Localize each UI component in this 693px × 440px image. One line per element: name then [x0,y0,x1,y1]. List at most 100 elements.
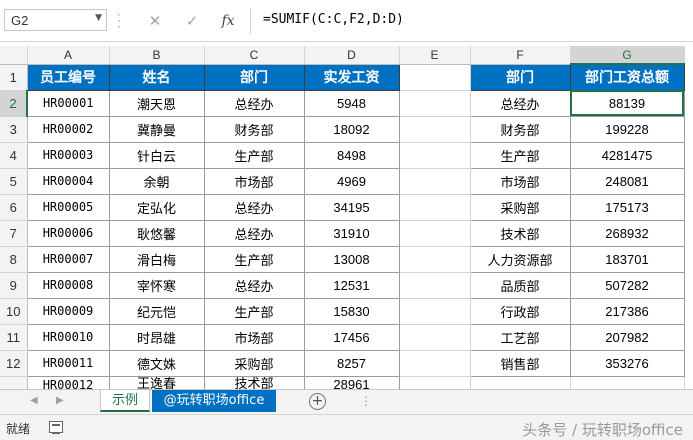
left-data-cell[interactable]: 总经办 [203,219,305,247]
left-data-cell[interactable]: HR00007 [26,245,110,273]
left-data-cell[interactable]: 潮天恩 [108,89,205,117]
left-data-cell[interactable]: HR00006 [26,219,110,247]
row-header[interactable]: 4 [0,142,28,169]
macro-record-icon[interactable] [49,421,63,434]
left-data-cell[interactable]: 34195 [303,193,400,221]
left-data-cell[interactable]: 定弘化 [108,193,205,221]
left-data-cell[interactable]: HR00004 [26,167,110,195]
cell[interactable] [399,194,471,221]
select-all-corner[interactable] [0,46,28,65]
cell[interactable] [399,220,471,247]
right-total-cell[interactable]: 268932 [569,219,685,247]
column-header-g[interactable]: G [570,46,685,65]
left-data-cell[interactable]: HR00001 [26,89,110,117]
row-header[interactable]: 7 [0,220,28,247]
left-data-cell[interactable]: 市场部 [203,323,305,351]
right-total-cell[interactable]: 353276 [569,349,685,377]
right-dept-cell[interactable]: 技术部 [469,219,571,247]
left-header-cell[interactable]: 姓名 [108,63,205,91]
right-dept-cell[interactable]: 采购部 [469,193,571,221]
drag-handle-icon[interactable]: · · · [117,9,121,33]
left-data-cell[interactable]: HR00002 [26,115,110,143]
right-header-cell[interactable]: 部门 [469,63,571,91]
row-header[interactable]: 8 [0,246,28,273]
enter-icon[interactable]: ✓ [182,11,202,31]
row-header[interactable]: 10 [0,298,28,325]
row-header[interactable]: 1 [0,64,28,91]
right-dept-cell[interactable]: 生产部 [469,141,571,169]
row-header[interactable]: 5 [0,168,28,195]
left-data-cell[interactable]: HR00008 [26,271,110,299]
left-data-cell[interactable]: 针白云 [108,141,205,169]
column-header-a[interactable]: A [27,46,110,65]
cell[interactable] [399,116,471,143]
left-data-cell[interactable]: 时昂雄 [108,323,205,351]
left-data-cell[interactable]: 13008 [303,245,400,273]
left-header-cell[interactable]: 员工编号 [26,63,110,91]
cell[interactable] [399,246,471,273]
left-data-cell[interactable]: 5948 [303,89,400,117]
cell[interactable] [399,90,471,117]
more-options-icon[interactable]: ⋮ [360,394,372,408]
cell[interactable] [399,142,471,169]
right-total-cell[interactable]: 88139 [569,89,685,117]
left-data-cell[interactable]: 市场部 [203,167,305,195]
right-dept-cell[interactable]: 市场部 [469,167,571,195]
left-data-cell[interactable]: HR00009 [26,297,110,325]
insert-function-icon[interactable]: fx [218,11,238,31]
right-total-cell[interactable]: 248081 [569,167,685,195]
right-dept-cell[interactable]: 总经办 [469,89,571,117]
horizontal-scrollbar[interactable] [375,397,680,407]
right-dept-cell[interactable]: 工艺部 [469,323,571,351]
column-header-f[interactable]: F [470,46,571,65]
left-data-cell[interactable]: 4969 [303,167,400,195]
left-data-cell[interactable]: 8498 [303,141,400,169]
row-header[interactable]: 2 [0,90,28,117]
row-header[interactable]: 9 [0,272,28,299]
left-data-cell[interactable]: 总经办 [203,89,305,117]
formula-input[interactable]: =SUMIF(C:C,F2,D:D) [263,12,404,27]
cell[interactable] [399,298,471,325]
left-data-cell[interactable]: 31910 [303,219,400,247]
left-data-cell[interactable]: 总经办 [203,193,305,221]
right-header-cell[interactable]: 部门工资总额 [569,63,685,91]
column-header-c[interactable]: C [204,46,305,65]
next-sheet-icon[interactable]: ▶ [56,395,64,406]
left-data-cell[interactable]: HR00010 [26,323,110,351]
row-header[interactable]: 12 [0,350,28,377]
cell[interactable] [399,64,471,91]
left-data-cell[interactable]: 生产部 [203,141,305,169]
cell[interactable] [399,324,471,351]
left-data-cell[interactable]: 纪元恺 [108,297,205,325]
left-data-cell[interactable]: HR00003 [26,141,110,169]
left-data-cell[interactable]: 耿悠馨 [108,219,205,247]
sheet-tab-office[interactable]: @玩转职场office [152,390,276,412]
left-data-cell[interactable]: 18092 [303,115,400,143]
cell[interactable] [399,272,471,299]
left-data-cell[interactable]: 8257 [303,349,400,377]
column-header-b[interactable]: B [109,46,205,65]
right-total-cell[interactable]: 217386 [569,297,685,325]
left-header-cell[interactable]: 部门 [203,63,305,91]
right-dept-cell[interactable]: 销售部 [469,349,571,377]
left-data-cell[interactable]: 12531 [303,271,400,299]
add-sheet-icon[interactable]: + [309,393,326,410]
right-total-cell[interactable]: 507282 [569,271,685,299]
row-header[interactable]: 6 [0,194,28,221]
chevron-down-icon[interactable]: ▼ [95,13,102,23]
cell[interactable] [399,168,471,195]
right-total-cell[interactable]: 183701 [569,245,685,273]
column-header-d[interactable]: D [304,46,400,65]
prev-sheet-icon[interactable]: ◀ [30,395,38,406]
right-total-cell[interactable]: 199228 [569,115,685,143]
left-data-cell[interactable]: HR00011 [26,349,110,377]
left-data-cell[interactable]: 余朝 [108,167,205,195]
left-data-cell[interactable]: 17456 [303,323,400,351]
left-data-cell[interactable]: 滑白梅 [108,245,205,273]
cell[interactable] [399,350,471,377]
left-data-cell[interactable]: 财务部 [203,115,305,143]
right-total-cell[interactable]: 175173 [569,193,685,221]
row-header[interactable]: 3 [0,116,28,143]
right-dept-cell[interactable]: 财务部 [469,115,571,143]
right-total-cell[interactable]: 4281475 [569,141,685,169]
